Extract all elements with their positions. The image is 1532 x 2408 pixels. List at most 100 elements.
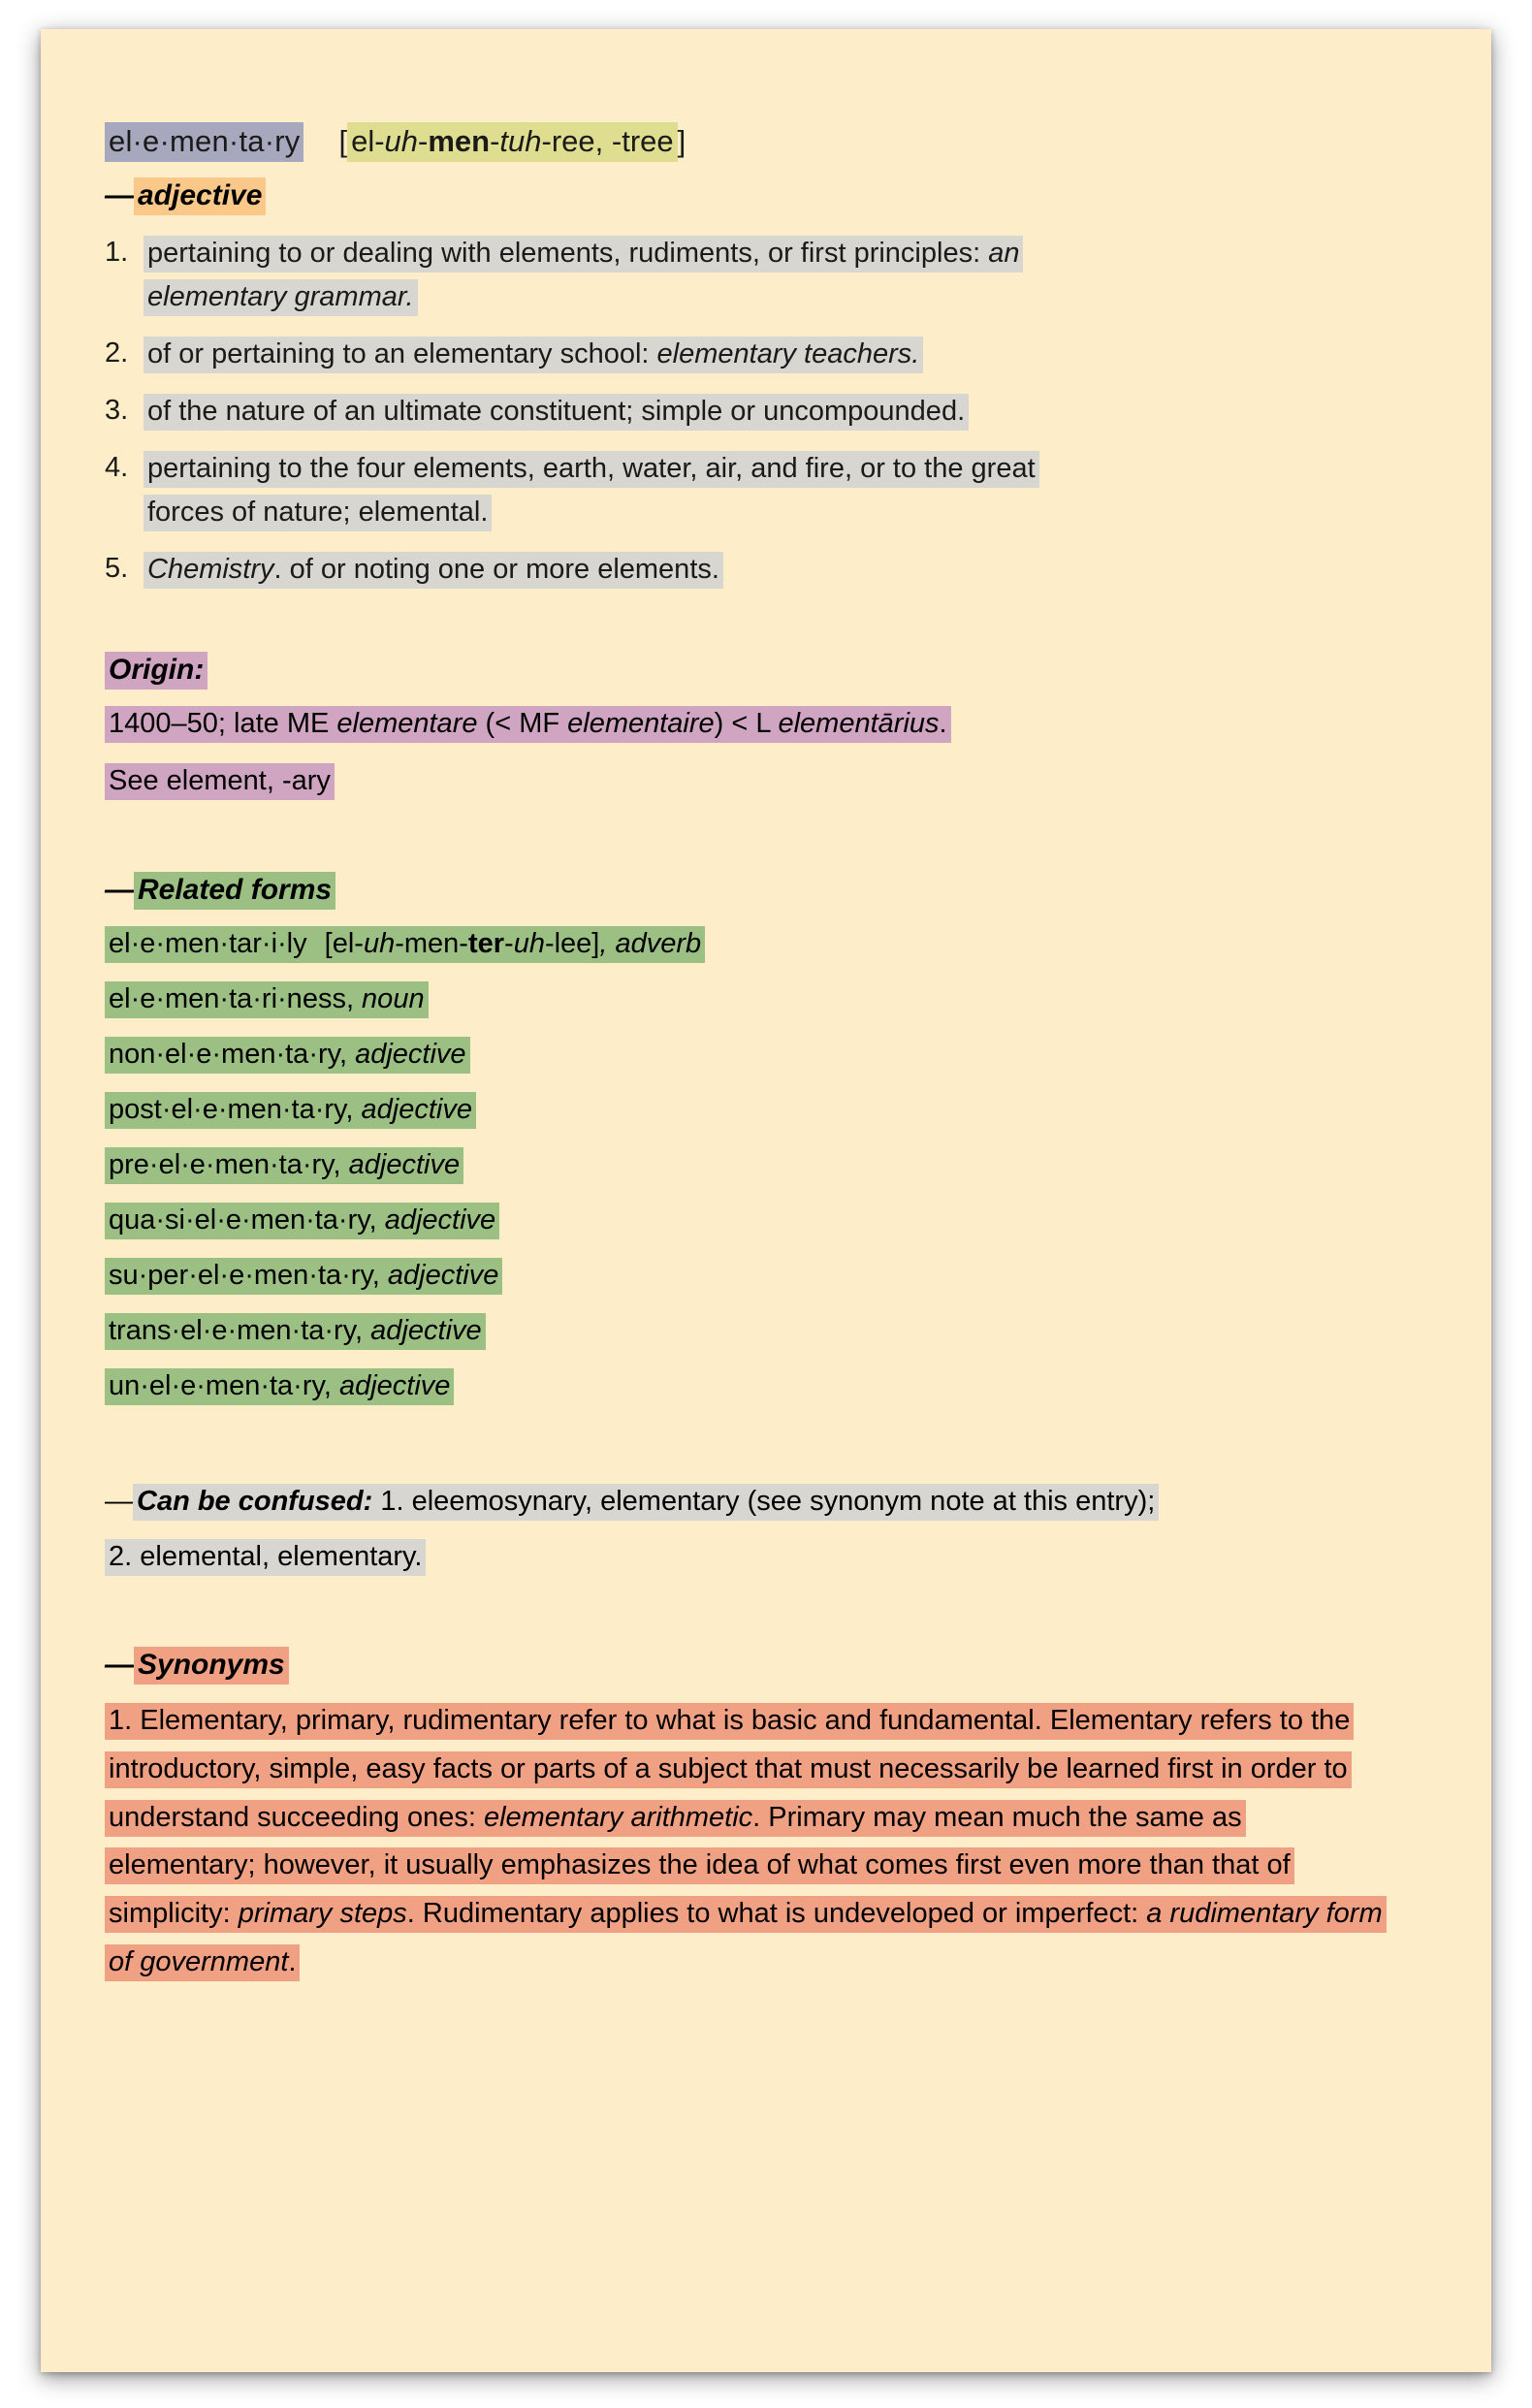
- related-form-word: trans·el·e·men·ta·ry,: [109, 1315, 364, 1346]
- related-form-pos: , adverb: [599, 928, 702, 960]
- pron-seg-2-italic: uh: [384, 124, 419, 158]
- synonyms-paragraph: 1. Elementary, primary, rudimentary refe…: [105, 1697, 1394, 1987]
- definition-item: 4. pertaining to the four elements, eart…: [105, 447, 1452, 534]
- can-be-confused-body: Can be confused: 1. eleemosynary, elemen…: [133, 1483, 1160, 1521]
- pos-em-dash: —: [105, 179, 134, 211]
- synonyms-body: 1. Elementary, primary, rudimentary refe…: [105, 1702, 1387, 1982]
- headword: el·e·men·ta·ry: [105, 122, 304, 162]
- rf-pron-i1: uh: [363, 928, 396, 960]
- related-form-line: non·el·e·men·ta·ry, adjective: [105, 1037, 470, 1075]
- synonyms-example-1: elementary arithmetic: [483, 1801, 753, 1833]
- rf-pron-i2: uh: [513, 928, 545, 960]
- origin-latin-form: elementārius: [778, 707, 940, 739]
- definition-number: 3.: [105, 394, 129, 426]
- definition-item: 2. of or pertaining to an elementary sch…: [105, 333, 1452, 376]
- origin-period: .: [939, 707, 947, 739]
- related-form-item: el·e·men·tar·i·ly [el-uh-men-ter-uh-lee],…: [105, 922, 1452, 966]
- related-form-word: el·e·men·tar·i·ly: [109, 928, 307, 960]
- synonyms-text-g: .: [288, 1946, 297, 1978]
- related-form-pos: adjective: [376, 1204, 496, 1236]
- related-form-pos: adjective: [340, 1149, 461, 1181]
- definition-line-continued: forces of nature; elemental.: [144, 494, 493, 531]
- can-be-confused-text-1: 1. eleemosynary, elementary (see synonym…: [372, 1485, 1156, 1517]
- can-be-confused-heading: Can be confused:: [137, 1485, 373, 1517]
- related-form-item: su·per·el·e·men·ta·ry, adjective: [105, 1254, 1452, 1298]
- pron-seg-4-stressed: men: [428, 124, 491, 158]
- definition-example-italic-cont: elementary grammar.: [147, 280, 414, 312]
- related-form-item: post·el·e·men·ta·ry, adjective: [105, 1088, 1452, 1132]
- related-forms-em-dash: —: [105, 874, 134, 907]
- related-form-pos: adjective: [353, 1094, 472, 1126]
- related-form-item: el·e·men·ta·ri·ness, noun: [105, 978, 1452, 1021]
- origin-heading-line: Origin:: [105, 651, 1452, 690]
- related-form-pos: adjective: [331, 1369, 451, 1401]
- related-form-word: el·e·men·ta·ri·ness,: [109, 983, 354, 1015]
- can-be-confused-section: — Can be confused: 1. eleemosynary, eleme…: [105, 1480, 1452, 1579]
- definition-number: 2.: [105, 337, 129, 369]
- rf-pron-mid1: -men-: [395, 928, 468, 960]
- origin-heading: Origin:: [105, 651, 208, 690]
- origin-see-also-line: See element, -ary: [105, 759, 1452, 803]
- related-form-item: pre·el·e·men·ta·ry, adjective: [105, 1143, 1452, 1187]
- definition-list: 1. pertaining to or dealing with element…: [105, 232, 1452, 592]
- definition-field-label: Chemistry: [147, 553, 274, 585]
- dictionary-entry-page: el·e·men·ta·ry[el-uh-men-tuh-ree, -tree]…: [41, 29, 1491, 2372]
- synonyms-em-dash: —: [105, 1648, 134, 1681]
- definition-text: pertaining to the four elements, earth, …: [144, 447, 1452, 534]
- related-forms-heading: Related forms: [134, 872, 336, 911]
- pron-seg-5: -: [490, 124, 500, 158]
- related-form-pos: adjective: [379, 1260, 499, 1292]
- entry-content: el·e·men·ta·ry[el-uh-men-tuh-ree, -tree]…: [105, 122, 1452, 1987]
- definition-example-italic: an: [988, 238, 1020, 269]
- origin-me-form: elementare: [336, 707, 478, 739]
- related-form-word: su·per·el·e·men·ta·ry,: [109, 1260, 380, 1292]
- can-be-confused-line-1: — Can be confused: 1. eleemosynary, eleme…: [105, 1480, 1452, 1524]
- related-form-line: el·e·men·tar·i·ly [el-uh-men-ter-uh-lee],…: [105, 926, 706, 964]
- pronunciation-close-bracket: ]: [677, 124, 686, 158]
- origin-body: 1400–50; late ME elementare (< MF elemen…: [105, 702, 1452, 746]
- definition-text-plain: of or pertaining to an elementary school…: [147, 337, 657, 369]
- definition-text: pertaining to or dealing with elements, …: [144, 232, 1452, 319]
- headword-line: el·e·men·ta·ry[el-uh-men-tuh-ree, -tree]: [105, 122, 1452, 162]
- related-form-word: non·el·e·men·ta·ry,: [109, 1039, 348, 1071]
- can-be-confused-line-2: 2. elemental, elementary.: [105, 1535, 1452, 1579]
- synonyms-heading-line: — Synonyms: [105, 1646, 1452, 1685]
- definition-item: 3. of the nature of an ultimate constitu…: [105, 390, 1452, 433]
- related-form-line: su·per·el·e·men·ta·ry, adjective: [105, 1258, 503, 1296]
- pronunciation-open-bracket: [: [338, 124, 348, 158]
- related-form-item: non·el·e·men·ta·ry, adjective: [105, 1033, 1452, 1076]
- related-form-item: qua·si·el·e·men·ta·ry, adjective: [105, 1199, 1452, 1242]
- origin-connector-1: (< MF: [477, 707, 568, 739]
- can-be-confused-em-dash: —: [105, 1485, 133, 1517]
- origin-see-also: See element, -ary: [105, 762, 335, 800]
- related-form-item: un·el·e·men·ta·ry, adjective: [105, 1365, 1452, 1408]
- related-form-word: qua·si·el·e·men·ta·ry,: [109, 1204, 377, 1236]
- definition-number: 5.: [105, 552, 129, 584]
- rf-pron-mid2: -: [504, 928, 514, 960]
- rf-pron-open: [el-: [324, 928, 364, 960]
- rf-pron-end: -lee]: [544, 928, 600, 960]
- related-form-pos: adjective: [363, 1315, 482, 1346]
- definition-line: pertaining to the four elements, earth, …: [144, 450, 1039, 488]
- related-form-line: pre·el·e·men·ta·ry, adjective: [105, 1147, 464, 1185]
- origin-section: Origin: 1400–50; late ME elementare (< M…: [105, 651, 1452, 803]
- origin-etymology-line: 1400–50; late ME elementare (< MF elemen…: [105, 705, 951, 743]
- definition-number: 4.: [105, 451, 129, 483]
- pron-seg-7: -ree, -tree: [541, 124, 674, 158]
- pron-seg-6-italic: tuh: [499, 124, 542, 158]
- synonyms-section: — Synonyms 1. Elementary, primary, rudime…: [105, 1646, 1452, 1987]
- synonyms-example-2: primary steps: [238, 1898, 407, 1930]
- related-form-word: post·el·e·men·ta·ry,: [109, 1094, 354, 1126]
- definition-example-italic: elementary teachers.: [656, 337, 920, 369]
- definition-text-plain: . of or noting one or more elements.: [273, 553, 719, 585]
- related-form-pos: adjective: [347, 1039, 466, 1071]
- definition-text-plain: pertaining to or dealing with elements, …: [147, 238, 989, 269]
- pronunciation: [el-uh-men-tuh-ree, -tree]: [338, 122, 686, 162]
- definition-line-continued: elementary grammar.: [144, 278, 418, 316]
- part-of-speech-line: — adjective: [105, 177, 1452, 215]
- related-forms-heading-line: — Related forms: [105, 872, 1452, 911]
